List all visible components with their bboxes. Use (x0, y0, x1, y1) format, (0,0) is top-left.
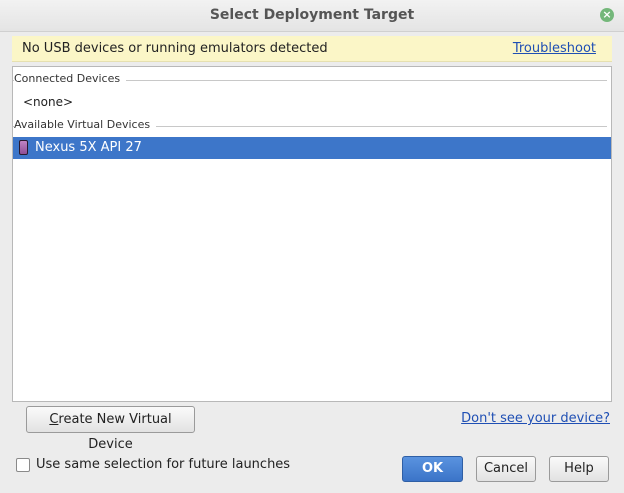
device-list[interactable]: Connected Devices <none> Available Virtu… (12, 66, 612, 402)
dont-see-device-link[interactable]: Don't see your device? (461, 411, 610, 426)
device-name: Nexus 5X API 27 (35, 140, 142, 155)
connected-devices-label: Connected Devices (14, 72, 127, 85)
phone-icon (19, 140, 28, 155)
same-selection-checkbox[interactable] (16, 458, 30, 472)
device-row-nexus-5x[interactable]: Nexus 5X API 27 (13, 137, 611, 159)
close-icon[interactable]: × (600, 8, 614, 22)
connected-devices-header: Connected Devices (13, 72, 613, 88)
banner-message: No USB devices or running emulators dete… (22, 41, 328, 56)
cancel-button[interactable]: Cancel (476, 456, 536, 482)
virtual-devices-header: Available Virtual Devices (13, 118, 613, 134)
connected-devices-empty: <none> (23, 95, 74, 109)
troubleshoot-link[interactable]: Troubleshoot (513, 41, 596, 56)
button-label: reate New Virtual Device (58, 412, 172, 452)
create-new-virtual-device-button[interactable]: Create New Virtual Device (26, 406, 195, 452)
virtual-devices-label: Available Virtual Devices (14, 118, 157, 131)
help-button[interactable]: Help (549, 456, 609, 482)
title-bar[interactable]: Select Deployment Target × (0, 0, 624, 32)
same-selection-label: Use same selection for future launches (36, 457, 291, 472)
ok-button[interactable]: OK (402, 456, 463, 482)
warning-banner: No USB devices or running emulators dete… (12, 36, 612, 62)
dialog-title: Select Deployment Target (209, 7, 415, 23)
select-deployment-target-dialog: Select Deployment Target × No USB device… (0, 0, 624, 493)
